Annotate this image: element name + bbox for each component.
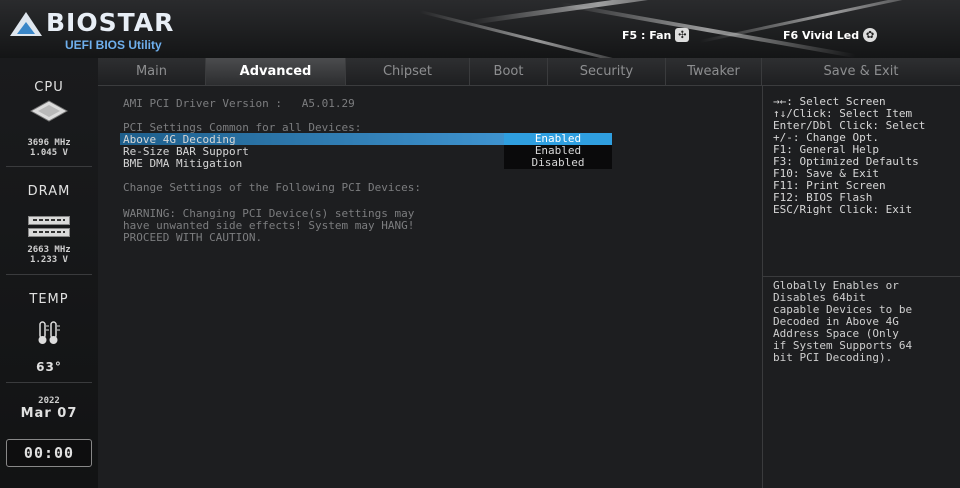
section-title: PCI Settings Common for all Devices:	[123, 121, 362, 134]
dram-module-icon	[28, 216, 70, 225]
cpu-voltage: 1.045 V	[30, 148, 68, 158]
help-divider	[763, 276, 960, 277]
cpu-title: CPU	[34, 80, 64, 95]
change-settings-text: Change Settings of the Following PCI Dev…	[123, 181, 422, 194]
system-status-sidebar: CPU 3696 MHz 1.045 V DRAM 2663 MHz 1.233…	[0, 58, 99, 488]
f5-label: F5 : Fan	[622, 28, 672, 42]
biostar-logo-icon	[10, 12, 42, 36]
setting-resize-bar-support[interactable]: Re-Size BAR Support	[123, 146, 249, 157]
date-day: Mar 07	[20, 406, 78, 421]
dram-frequency: 2663 MHz	[27, 245, 71, 255]
description-line: bit PCI Decoding).	[773, 351, 893, 364]
help-line: ESC/Right Click: Exit	[773, 203, 913, 216]
dram-title: DRAM	[27, 184, 71, 199]
fan-icon: ✣	[675, 28, 690, 42]
warning-line: WARNING: Changing PCI Device(s) settings…	[123, 207, 415, 220]
clock-display: 00:00	[6, 439, 92, 467]
settings-panel: AMI PCI Driver Version : A5.01.29 PCI Se…	[98, 86, 763, 488]
biostar-logo: BIOSTAR UEFI BIOS Utility	[8, 6, 228, 52]
f6-vivid-led-button[interactable]: F6 Vivid Led ✿	[783, 28, 878, 42]
led-icon: ✿	[863, 28, 878, 42]
tab-boot[interactable]: Boot	[470, 58, 548, 85]
value-bme-dma-mitigation[interactable]: Disabled	[504, 157, 612, 169]
f6-label: F6 Vivid Led	[783, 28, 860, 42]
tab-main[interactable]: Main	[98, 58, 206, 85]
sidebar-divider	[6, 166, 92, 167]
tab-advanced[interactable]: Advanced	[206, 58, 346, 85]
driver-version: AMI PCI Driver Version : A5.01.29	[123, 97, 355, 110]
cpu-chip-icon	[30, 100, 68, 122]
brand-subtitle: UEFI BIOS Utility	[65, 38, 162, 52]
tab-tweaker[interactable]: Tweaker	[666, 58, 762, 85]
header-bar: BIOSTAR UEFI BIOS Utility F5 : Fan ✣ F6 …	[0, 0, 960, 59]
tab-save-exit[interactable]: Save & Exit	[762, 58, 960, 85]
brand-name: BIOSTAR	[46, 8, 175, 37]
header-decoration	[419, 10, 654, 58]
sidebar-divider	[6, 274, 92, 275]
warning-line: have unwanted side effects! System may H…	[123, 219, 415, 232]
tab-security[interactable]: Security	[548, 58, 666, 85]
setting-above-4g-decoding[interactable]: Above 4G Decoding	[123, 134, 236, 145]
warning-line: PROCEED WITH CAUTION.	[123, 231, 263, 244]
temp-value: 63°	[36, 360, 62, 374]
dram-module-icon	[28, 228, 70, 237]
temp-title: TEMP	[29, 292, 69, 307]
menu-tabs: Main Advanced Chipset Boot Security Twea…	[98, 58, 960, 86]
help-panel: →←: Select Screen ↑↓/Click: Select Item …	[763, 86, 960, 488]
dram-voltage: 1.233 V	[30, 255, 68, 265]
thermometer-icon	[38, 321, 60, 344]
sidebar-divider	[6, 382, 92, 383]
date-year: 2022	[38, 396, 60, 406]
tab-chipset[interactable]: Chipset	[346, 58, 470, 85]
cpu-frequency: 3696 MHz	[27, 138, 71, 148]
setting-bme-dma-mitigation[interactable]: BME DMA Mitigation	[123, 158, 242, 169]
f5-fan-button[interactable]: F5 : Fan ✣	[622, 28, 690, 42]
